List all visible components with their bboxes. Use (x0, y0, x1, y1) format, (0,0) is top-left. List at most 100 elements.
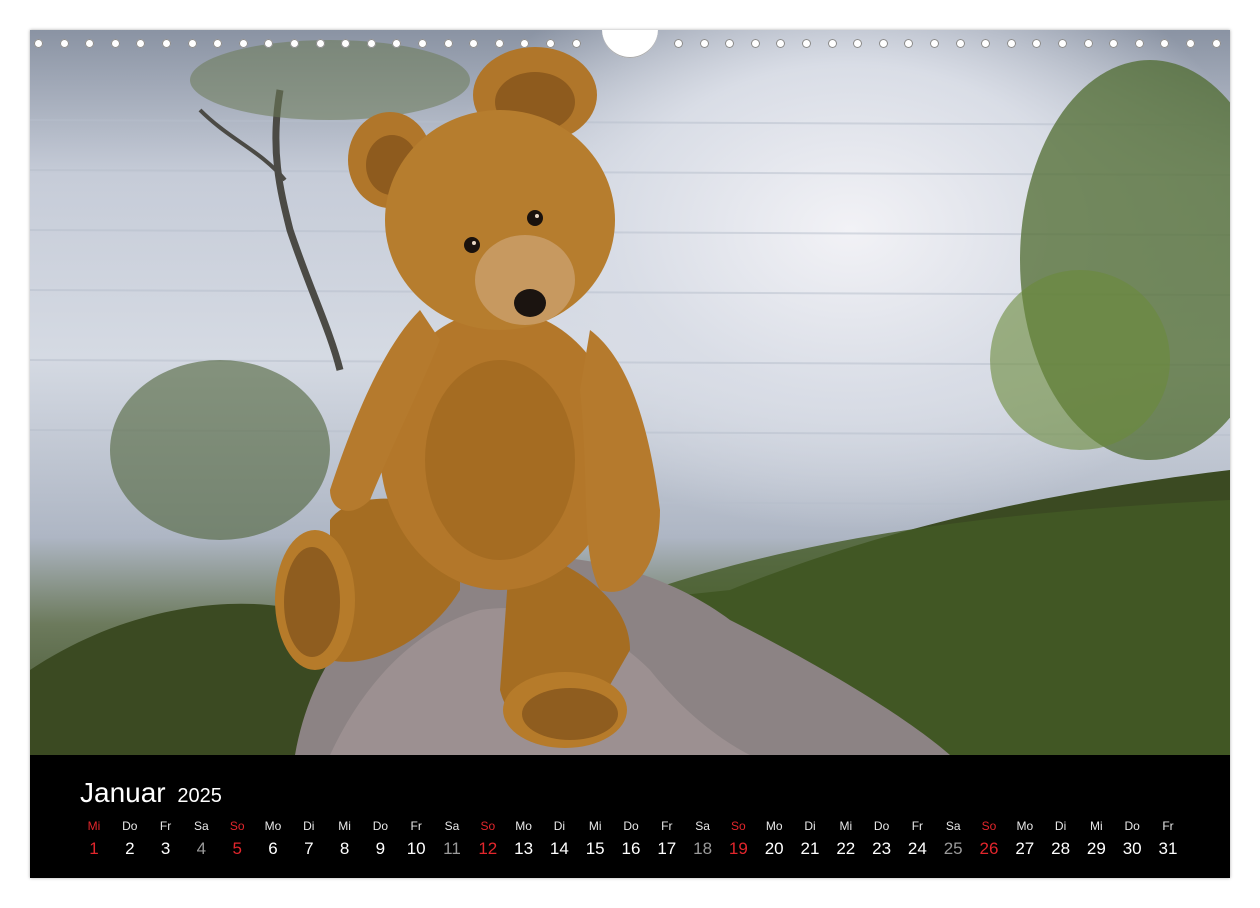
binding-hole (366, 39, 376, 48)
weekday-label: Do (122, 819, 138, 833)
binding-hole (1083, 39, 1093, 48)
binding-hole (392, 39, 402, 48)
weekday-label: Mi (588, 819, 602, 833)
binding-hole (264, 39, 274, 48)
calendar-day: Mo 6 (255, 819, 291, 859)
calendar-day: Di 28 (1043, 819, 1079, 859)
weekday-label: Di (303, 819, 315, 833)
day-number: 15 (585, 839, 605, 858)
calendar-day: Do 16 (613, 819, 649, 859)
day-number: 22 (836, 839, 856, 858)
binding-hole (34, 39, 43, 48)
month-title: Januar 2025 (80, 777, 222, 809)
binding-hole (494, 39, 504, 48)
day-number: 26 (979, 839, 999, 858)
calendar-day: Do 30 (1114, 819, 1150, 859)
day-number: 19 (728, 839, 748, 858)
weekday-label: Sa (194, 819, 209, 833)
day-number: 31 (1158, 839, 1178, 858)
binding-hole (315, 39, 325, 48)
month-name: Januar (80, 777, 166, 808)
day-number: 14 (549, 839, 569, 858)
year-label: 2025 (177, 785, 222, 807)
weekday-label: So (229, 819, 245, 833)
weekday-label: Mi (87, 819, 101, 833)
calendar-page: Januar 2025 Mi 1 Do 2 Fr 3 Sa 4 So 5 Mo 6 Di 7 Mi 8 Do 9 F… (30, 30, 1230, 878)
calendar-day: Sa 11 (434, 819, 470, 859)
calendar-day: Sa 4 (183, 819, 219, 859)
day-number: 12 (478, 839, 498, 858)
calendar-day: Sa 25 (935, 819, 971, 859)
binding-hole (469, 39, 479, 48)
day-number: 5 (232, 839, 242, 858)
weekday-label: Sa (945, 819, 961, 833)
weekday-label: Do (372, 819, 389, 833)
weekday-label: Di (804, 819, 816, 833)
day-number: 9 (375, 839, 386, 858)
binding-hole (930, 39, 939, 48)
binding-hole (750, 39, 760, 48)
binding-hole (853, 39, 863, 48)
weekday-label: Mi (839, 819, 853, 833)
calendar-day: Do 23 (864, 819, 900, 859)
calendar-day: Fr 31 (1150, 819, 1186, 859)
weekday-label: Fr (1162, 819, 1174, 833)
calendar-day: Mo 13 (506, 819, 542, 859)
binding-hole (699, 39, 709, 48)
calendar-day: Fr 10 (398, 819, 434, 859)
binding-hole (955, 39, 965, 48)
day-number: 25 (943, 839, 963, 858)
weekday-label: So (480, 819, 496, 833)
binding-hole (802, 39, 811, 48)
calendar-grid-bar: Januar 2025 Mi 1 Do 2 Fr 3 Sa 4 So 5 Mo 6 Di 7 Mi 8 Do 9 F… (30, 755, 1230, 878)
binding-hole (1186, 39, 1195, 48)
weekday-label: Fr (410, 819, 422, 833)
binding-hole (341, 39, 351, 48)
binding-hole (878, 39, 888, 48)
binding-hole (238, 39, 248, 48)
binding-hole (162, 39, 171, 48)
weekday-label: Mo (515, 819, 532, 833)
weekday-label: Do (873, 819, 890, 833)
day-number: 30 (1122, 839, 1142, 858)
calendar-day: Sa 18 (685, 819, 721, 859)
binding-hole (827, 39, 837, 48)
calendar-day: Do 2 (112, 819, 148, 859)
binding-hole (776, 39, 786, 48)
binding-hole (571, 39, 581, 48)
calendar-day: So 12 (470, 819, 506, 859)
weekday-label: Mi (338, 819, 351, 833)
calendar-day: Do 9 (362, 819, 398, 859)
binding-hole (674, 39, 683, 48)
binding-hole (1160, 39, 1170, 48)
calendar-day: Mo 20 (756, 819, 792, 859)
weekday-label: Mo (765, 819, 783, 833)
binding-hole (110, 39, 120, 48)
binding-hole (290, 39, 299, 48)
day-number: 27 (1015, 839, 1035, 858)
binding-hole (725, 39, 735, 48)
calendar-day: So 26 (971, 819, 1007, 859)
binding-hole (981, 39, 991, 48)
weekday-label: Mo (264, 819, 282, 833)
day-number: 8 (339, 839, 350, 858)
day-number: 6 (268, 839, 278, 858)
binding-hole (1032, 39, 1042, 48)
calendar-day: Fr 3 (148, 819, 184, 859)
weekday-label: Fr (911, 819, 924, 833)
day-number: 11 (443, 839, 461, 858)
day-number: 1 (89, 839, 99, 858)
binding-hole (1058, 39, 1067, 48)
weekday-label: Di (1054, 819, 1067, 833)
teddy-bear-photo (30, 40, 1230, 755)
day-number: 17 (657, 839, 677, 858)
calendar-day: Mi 15 (577, 819, 613, 859)
binding-hole (418, 39, 427, 48)
calendar-day: Mi 8 (327, 819, 363, 859)
day-number: 20 (764, 839, 784, 858)
day-row: Mi 1 Do 2 Fr 3 Sa 4 So 5 Mo 6 Di 7 Mi 8 Do 9 Fr 10 Sa 11 So 12 M… (76, 819, 1188, 869)
day-number: 2 (125, 839, 135, 858)
calendar-day: Mo 27 (1007, 819, 1043, 859)
calendar-day: Di 14 (541, 819, 577, 859)
binding-hole (85, 39, 95, 48)
